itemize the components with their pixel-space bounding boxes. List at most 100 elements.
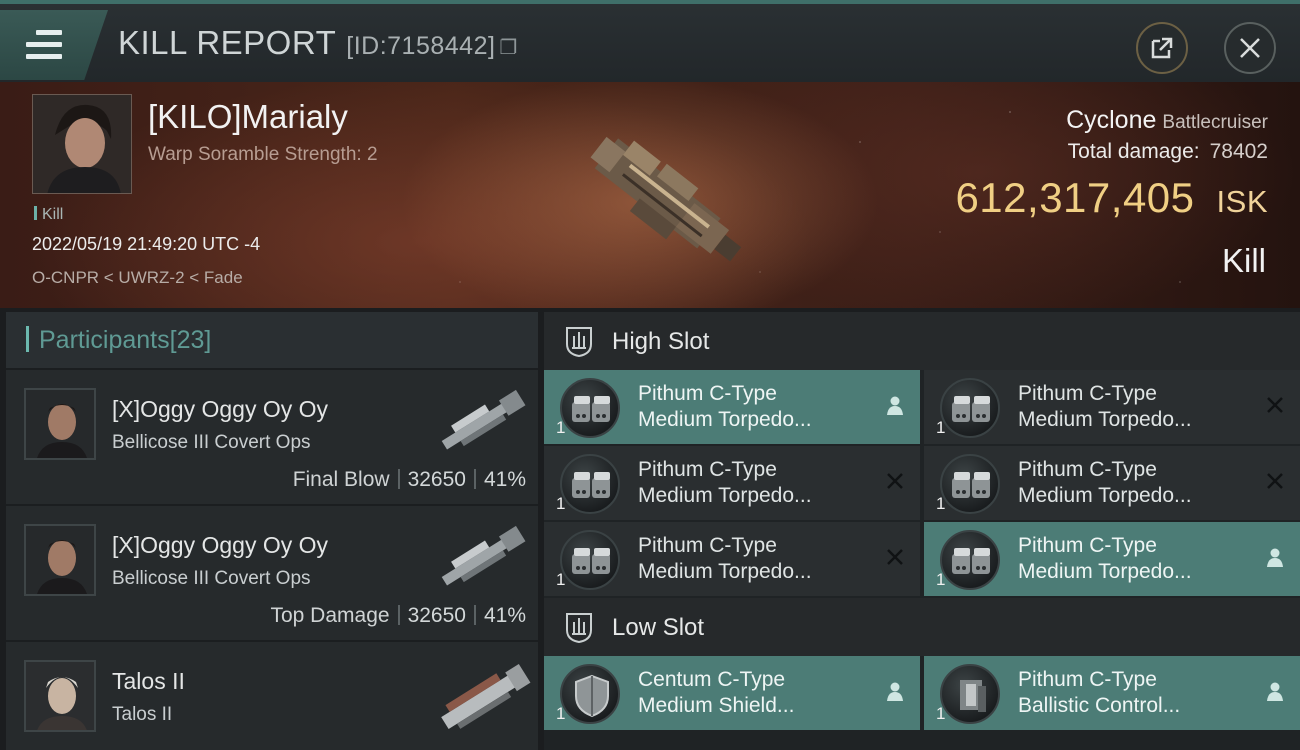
module-name-line1: Pithum C-Type [638,534,777,557]
high-slot-module[interactable]: 1 Pithum C-Type Medium Torpedo... [544,522,920,596]
module-quantity: 1 [936,704,946,723]
participant-row[interactable]: Talos II Talos II [6,640,538,750]
high-slot-module[interactable]: 1 Pithum C-Type Medium Torpedo... [924,522,1300,596]
close-icon [1240,38,1260,58]
person-icon [884,394,906,416]
low-slot-header: Low Slot [544,598,1300,656]
participant-ship: Talos II [112,704,173,725]
participant-ship-render [441,525,526,586]
participant-damage: 32650 [407,604,466,627]
kill-result: Kill [1221,242,1266,279]
fitting-panel: High Slot 1 Pithum C-Type Medium Torpedo..… [544,312,1300,750]
victim-ship[interactable]: Cyclone Battlecruiser [1066,106,1268,135]
module-name: Centum C-Type Medium Shield... [638,667,794,719]
module-quantity: 1 [556,704,566,723]
module-name: Pithum C-Type Medium Torpedo... [1018,381,1192,433]
participant-percent: 41% [483,604,526,627]
low-slot-module[interactable]: 1 Centum C-Type Medium Shield... [544,656,920,730]
torpedo-launcher-icon [940,454,1000,514]
module-quantity: 1 [556,494,566,513]
module-name-line1: Pithum C-Type [1018,668,1157,691]
kill-location[interactable]: O-CNPR < UWRZ-2 < Fade [32,268,243,288]
copy-icon[interactable]: ❐ [499,37,517,59]
torpedo-launcher-icon [560,664,620,724]
participant-row[interactable]: [X]Oggy Oggy Oy Oy Bellicose III Covert … [6,368,538,504]
module-name: Pithum C-Type Medium Torpedo... [1018,457,1192,509]
module-quantity: 1 [936,494,946,513]
high-slot-module[interactable]: 1 Pithum C-Type Medium Torpedo... [544,370,920,444]
low-slot-module[interactable]: 1 Pithum C-Type Ballistic Control... [924,656,1300,730]
module-name: Pithum C-Type Medium Torpedo... [638,381,812,433]
torpedo-launcher-icon [940,530,1000,590]
module-name-line1: Pithum C-Type [1018,534,1157,557]
page-title: KILL REPORT [ID:7158442] ❐ [118,24,518,62]
top-bar: KILL REPORT [ID:7158442] ❐ [0,0,1300,82]
module-name-line1: Pithum C-Type [638,458,777,481]
module-name: Pithum C-Type Medium Torpedo... [638,457,812,509]
module-name-line2: Medium Torpedo... [638,484,812,507]
module-name: Pithum C-Type Medium Torpedo... [638,533,812,585]
module-name-line2: Medium Shield... [638,694,795,717]
ballistic-control-icon [940,664,1000,724]
torpedo-launcher-icon [560,378,620,438]
module-name-line1: Pithum C-Type [638,382,777,405]
low-slot-label: Low Slot [612,614,705,641]
victim-name[interactable]: [KILO]Marialy [148,98,348,136]
high-slot-module[interactable]: 1 Pithum C-Type Medium Torpedo... [924,370,1300,444]
share-button[interactable] [1136,22,1188,74]
module-name-line2: Ballistic Control... [1018,694,1181,717]
participant-damage: 32650 [407,468,466,491]
total-damage: Total damage: 78402 [1068,140,1268,164]
victim-ship-render [590,136,742,262]
cross-icon [1264,470,1286,492]
module-name-line2: Medium Torpedo... [638,560,812,583]
torpedo-launcher-icon [940,378,1000,438]
torpedo-launcher-icon [560,530,620,590]
participant-percent: 41% [483,468,526,491]
participant-ship: Bellicose III Covert Ops [112,568,311,589]
menu-button[interactable] [0,10,108,80]
close-button[interactable] [1224,22,1276,74]
cross-icon [1264,394,1286,416]
participant-stats: Final Blow 32650 41% [293,468,526,492]
participant-ship-render [441,389,526,450]
high-slot-module[interactable]: 1 Pithum C-Type Medium Torpedo... [924,446,1300,520]
participant-ship-render [441,663,531,730]
participant-avatar [24,388,96,460]
ship-name: Cyclone [1066,106,1157,134]
warp-scramble-strength: Warp Soramble Strength: 2 [148,144,378,165]
participants-label: Participants [39,326,170,354]
module-name-line2: Medium Torpedo... [1018,560,1192,583]
participant-role: Top Damage [270,604,390,627]
isk-amount: 612,317,405 [955,174,1195,221]
module-name-line2: Medium Torpedo... [638,408,812,431]
high-slot-label: High Slot [612,328,710,355]
participant-name: [X]Oggy Oggy Oy Oy [112,396,329,422]
participant-name: [X]Oggy Oggy Oy Oy [112,532,329,558]
participant-name: Talos II [112,668,185,694]
participants-panel: Participants[23] [X]Oggy Oggy Oy Oy Bell… [6,312,538,750]
report-id: [ID:7158442] [346,32,496,60]
high-slot-module[interactable]: 1 Pithum C-Type Medium Torpedo... [544,446,920,520]
module-quantity: 1 [556,570,566,589]
kill-tag: Kill [34,206,63,224]
torpedo-launcher-icon [560,454,620,514]
participants-header: Participants[23] [6,312,538,368]
module-quantity: 1 [556,418,566,437]
module-name-line1: Pithum C-Type [1018,382,1157,405]
module-name: Pithum C-Type Ballistic Control... [1018,667,1180,719]
victim-summary: [KILO]Marialy Warp Soramble Strength: 2 … [0,82,1300,308]
module-name-line1: Centum C-Type [638,668,786,691]
person-icon [1264,546,1286,568]
module-name-line2: Medium Torpedo... [1018,484,1192,507]
participant-row[interactable]: [X]Oggy Oggy Oy Oy Bellicose III Covert … [6,504,538,640]
share-icon [1151,37,1173,59]
person-icon [1264,680,1286,702]
module-quantity: 1 [936,570,946,589]
victim-portrait[interactable] [32,94,132,194]
high-slot-grid: 1 Pithum C-Type Medium Torpedo... 1 Pithum C… [544,370,1300,596]
hamburger-icon [26,30,62,60]
participant-ship: Bellicose III Covert Ops [112,432,311,453]
kill-datetime: 2022/05/19 21:49:20 UTC -4 [32,234,261,254]
low-slot-grid: 1 Centum C-Type Medium Shield... 1 Pithum C-… [544,656,1300,730]
